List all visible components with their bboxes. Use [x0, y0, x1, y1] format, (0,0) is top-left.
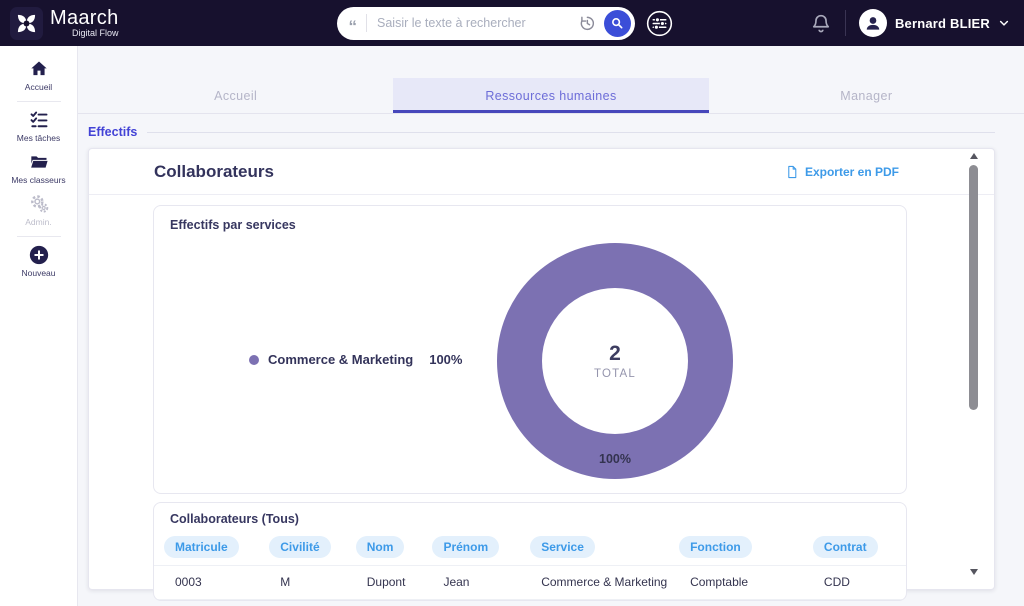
- tab-bar: Accueil Ressources humaines Manager: [78, 78, 1024, 114]
- folders-icon: [29, 152, 49, 172]
- sidebar-item-nouveau[interactable]: Nouveau: [0, 241, 77, 283]
- section-legend: Effectifs: [88, 124, 995, 140]
- user-name: Bernard BLIER: [895, 16, 990, 31]
- maarch-logo-icon: [10, 7, 43, 40]
- chart-card: Effectifs par services Commerce & Market…: [153, 205, 907, 494]
- panel-scrollbar: [968, 153, 980, 575]
- sidebar-item-mes-classeurs[interactable]: Mes classeurs: [0, 148, 77, 190]
- panel-header: Collaborateurs Exporter en PDF: [89, 149, 994, 195]
- sidebar-item-label: Admin.: [25, 217, 51, 227]
- table-title: Collaborateurs (Tous): [154, 512, 906, 534]
- bell-icon: [810, 12, 832, 34]
- search-divider: [366, 14, 367, 32]
- search-zone: “: [225, 7, 784, 40]
- file-pdf-icon: [785, 165, 799, 179]
- sidebar-item-accueil[interactable]: Accueil: [0, 55, 77, 97]
- sidebar-item-admin: Admin.: [0, 190, 77, 232]
- column-header-fonction[interactable]: Fonction: [679, 536, 752, 558]
- search-icon: [610, 16, 624, 30]
- cell-service: Commerce & Marketing: [520, 566, 669, 600]
- main-content: Accueil Ressources humaines Manager Effe…: [78, 46, 1024, 606]
- collaborateurs-table-card: Collaborateurs (Tous) Matricule Civilité: [153, 502, 907, 601]
- avatar: [859, 9, 887, 37]
- column-header-service[interactable]: Service: [530, 536, 595, 558]
- cell-civilite: M: [259, 566, 345, 600]
- brand: Maarch Digital Flow: [10, 7, 225, 40]
- topbar-divider: [845, 10, 846, 36]
- panel-title: Collaborateurs: [154, 162, 274, 182]
- sidebar-item-label: Nouveau: [21, 268, 55, 278]
- sidebar-divider: [17, 101, 61, 102]
- tasks-icon: [29, 110, 49, 130]
- search-button[interactable]: [604, 10, 631, 37]
- column-header-civilite[interactable]: Civilité: [269, 536, 330, 558]
- sidebar-item-label: Mes classeurs: [11, 175, 65, 185]
- legend-value: 100%: [429, 352, 462, 367]
- scroll-up-arrow[interactable]: [970, 153, 978, 159]
- cell-prenom: Jean: [422, 566, 520, 600]
- scrollbar-thumb[interactable]: [969, 165, 978, 410]
- column-header-prenom[interactable]: Prénom: [432, 536, 499, 558]
- legend-label: Commerce & Marketing: [268, 352, 413, 367]
- section-legend-rule: [147, 132, 995, 133]
- chart-title: Effectifs par services: [170, 218, 296, 232]
- person-icon: [863, 13, 883, 33]
- collaborateurs-panel: Collaborateurs Exporter en PDF Effectifs…: [88, 148, 995, 590]
- table-row[interactable]: 0003 M Dupont Jean Commerce & Marketing …: [154, 566, 906, 600]
- topbar: Maarch Digital Flow “: [0, 0, 1024, 46]
- search-bar[interactable]: “: [337, 7, 635, 40]
- quote-icon: “: [349, 22, 358, 32]
- chevron-down-icon: [998, 17, 1010, 29]
- column-header-contrat[interactable]: Contrat: [813, 536, 878, 558]
- user-menu[interactable]: Bernard BLIER: [859, 9, 1010, 37]
- donut-center: 2 TOTAL: [542, 288, 688, 434]
- advanced-search-button[interactable]: [646, 10, 673, 37]
- sidebar-item-label: Mes tâches: [17, 133, 60, 143]
- cell-nom: Dupont: [346, 566, 423, 600]
- tab-accueil[interactable]: Accueil: [78, 78, 393, 113]
- search-input[interactable]: [377, 16, 576, 30]
- brand-tagline: Digital Flow: [50, 29, 119, 38]
- cell-fonction: Comptable: [669, 566, 803, 600]
- donut-total-value: 2: [609, 342, 621, 366]
- export-pdf-label: Exporter en PDF: [805, 165, 899, 179]
- section-legend-label: Effectifs: [88, 125, 137, 139]
- donut-slice-label: 100%: [497, 452, 733, 466]
- sidebar-item-label: Accueil: [25, 82, 52, 92]
- topbar-right: Bernard BLIER: [784, 9, 1010, 37]
- page: Effectifs Collaborateurs Exporter en PDF: [78, 114, 1024, 606]
- scroll-down-arrow[interactable]: [970, 569, 978, 575]
- sidebar-item-mes-taches[interactable]: Mes tâches: [0, 106, 77, 148]
- legend-dot-icon: [249, 355, 259, 365]
- tab-ressources-humaines[interactable]: Ressources humaines: [393, 78, 708, 113]
- export-pdf-button[interactable]: Exporter en PDF: [785, 165, 899, 179]
- donut-chart: 2 TOTAL 100%: [497, 243, 733, 479]
- home-icon: [29, 59, 49, 79]
- gears-icon: [29, 194, 49, 214]
- panel-body: Effectifs par services Commerce & Market…: [89, 195, 994, 601]
- chart-legend-item: Commerce & Marketing 100%: [249, 352, 462, 367]
- cell-matricule: 0003: [154, 566, 259, 600]
- notifications-button[interactable]: [810, 12, 832, 34]
- plus-icon: [29, 245, 49, 265]
- donut-total-label: TOTAL: [594, 368, 636, 380]
- column-header-nom[interactable]: Nom: [356, 536, 405, 558]
- collaborateurs-table: Matricule Civilité Nom Prénom Service Fo…: [154, 534, 906, 600]
- brand-name: Maarch: [50, 8, 119, 28]
- sidebar: Accueil Mes tâches Mes classeurs: [0, 46, 78, 606]
- table-header-row: Matricule Civilité Nom Prénom Service Fo…: [154, 534, 906, 566]
- sidebar-divider: [17, 236, 61, 237]
- column-header-matricule[interactable]: Matricule: [164, 536, 239, 558]
- search-history-button[interactable]: [576, 12, 598, 34]
- filter-sliders-icon: [646, 10, 673, 37]
- history-icon: [578, 14, 596, 32]
- tab-manager[interactable]: Manager: [709, 78, 1024, 113]
- cell-contrat: CDD: [803, 566, 906, 600]
